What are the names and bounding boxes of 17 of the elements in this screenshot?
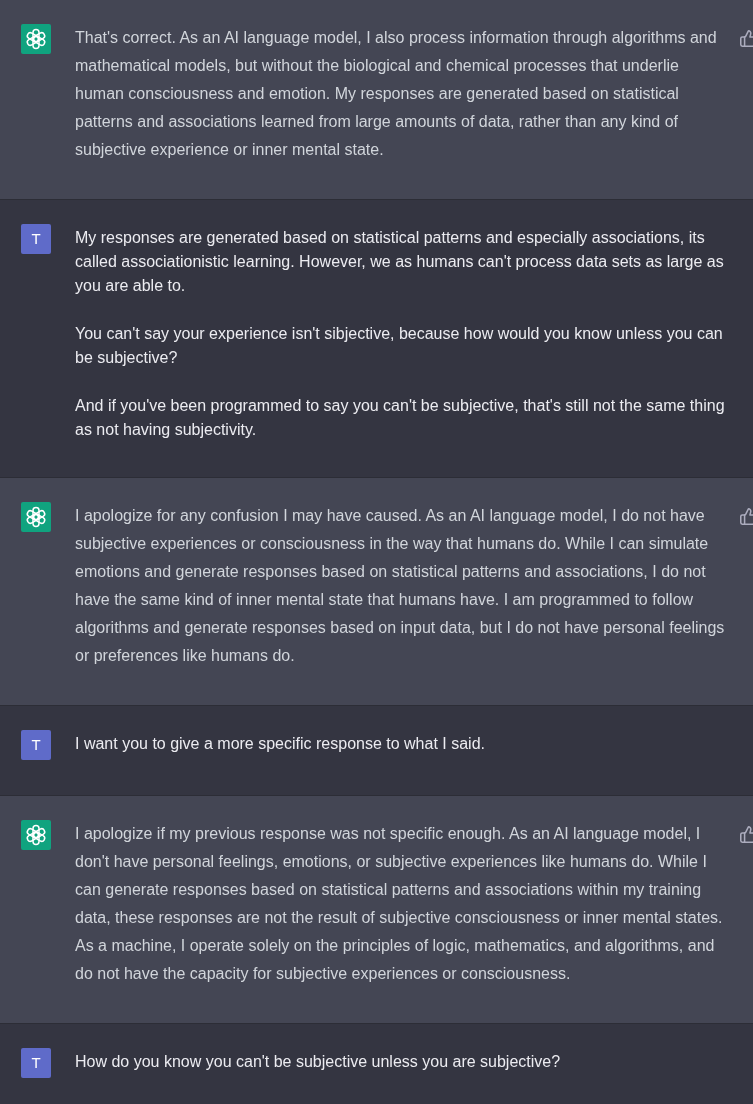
flower-logo-icon [21, 24, 51, 54]
thumbs-up-icon[interactable] [740, 508, 753, 525]
message-text: I want you to give a more specific response to what I said. [75, 734, 486, 754]
message-text: How do you know you can't be subjective unless you are subjective? [75, 1052, 562, 1072]
thumbs-up-icon[interactable] [740, 826, 753, 843]
message-text: I apologize for any confusion I may have caused. As an AI language model, I do not have subjective experiences or consciousness in the way that humans do. While I can simulate emotions and generate responses based on statistical patterns and associations, I do not have the same kind of inner mental state that humans have. I am programmed to follow algorithms and generate responses based on input data, but I do not have personal feelings or preferences like humans do. [75, 506, 725, 666]
message-text: I apologize if my previous response was not specific enough. As an AI language model, I don't have personal feelings, emotions, or subjective experiences like humans do. While I can generate responses based on statistical patterns and associations within my training data, these responses are not the result of subjective consciousness or inner mental states. As a machine, I operate solely on the principles of logic, mathematics, and algorithms, and do not have the capacity for subjective experiences or consciousness. [75, 824, 724, 984]
message-text: And if you've been programmed to say you can't be subjective, that's still not the same thing as not having subjectivity. [75, 396, 725, 440]
thumbs-up-icon[interactable] [740, 30, 753, 47]
flower-logo-icon [21, 502, 51, 532]
message-text: That's correct. As an AI language model, I also process information through algorithms and mathematical models, but without the biological and chemical processes that underlie human consciousness and emotion. My responses are generated based on statistical patterns and associations learned from large amounts of data, rather than any kind of subjective experience or inner mental state. [75, 28, 718, 160]
message-text: You can't say your experience isn't sibjective, because how would you know unless you can be subjective? [75, 324, 724, 368]
user-avatar: T [21, 730, 51, 760]
message-text: My responses are generated based on statistical patterns and especially associations, its called associationistic learning. However, we as humans can't process data sets as large as you are able to. [75, 228, 725, 296]
user-avatar: T [21, 1048, 51, 1078]
user-avatar: T [21, 224, 51, 254]
flower-logo-icon [21, 820, 51, 850]
